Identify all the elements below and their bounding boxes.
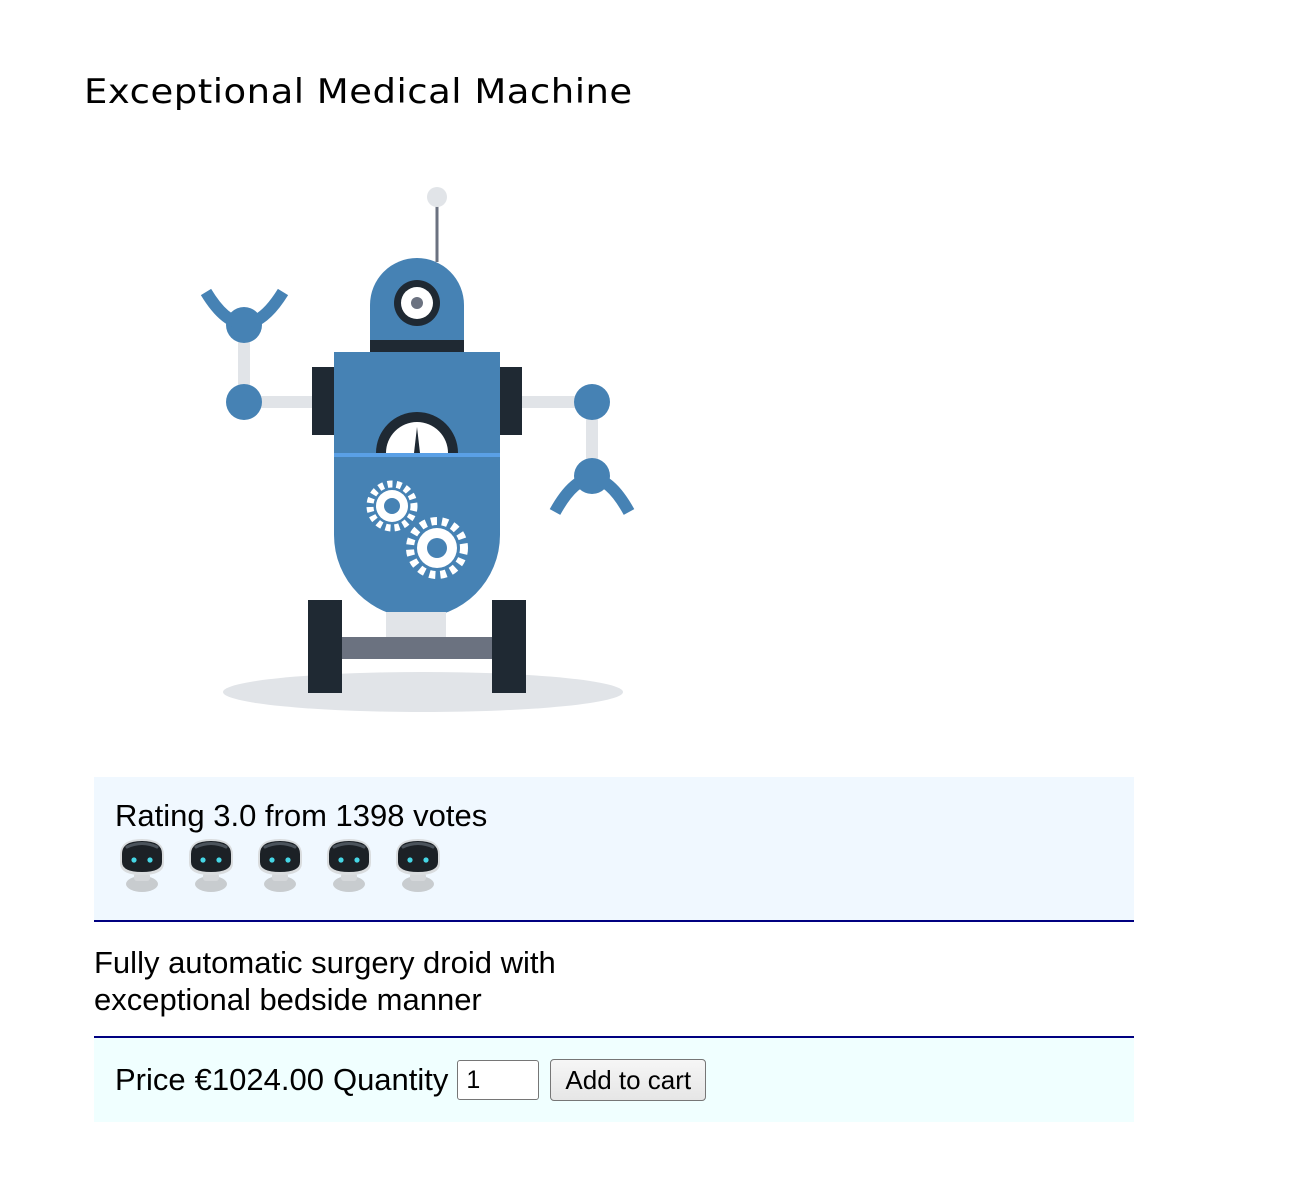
add-to-cart-button[interactable]: Add to cart — [550, 1059, 707, 1101]
product-page: Exceptional Medical Machine Rating 3.0 f… — [0, 0, 1310, 1186]
rating-icons — [115, 835, 445, 895]
purchase-panel: Price €1024.00 Quantity Add to cart — [94, 1038, 1134, 1122]
robot-head-icon — [327, 839, 371, 892]
robot-head-icon — [120, 839, 164, 892]
purchase-row: Price €1024.00 Quantity Add to cart — [115, 1059, 707, 1101]
quantity-input[interactable] — [457, 1060, 540, 1100]
price-value: €1024.00 — [194, 1062, 324, 1097]
product-description: Fully automatic surgery droid with excep… — [94, 945, 556, 1017]
product-image — [200, 187, 635, 712]
robot-head-icon — [189, 839, 233, 892]
product-title: Exceptional Medical Machine — [84, 71, 633, 112]
price-label: Price — [115, 1062, 186, 1097]
robot-head-icon — [258, 839, 302, 892]
quantity-label: Quantity — [332, 1062, 449, 1097]
robot-head-icon — [396, 839, 440, 892]
rating-text: Rating 3.0 from 1398 votes — [115, 798, 488, 833]
rating-panel: Rating 3.0 from 1398 votes — [94, 777, 1134, 922]
